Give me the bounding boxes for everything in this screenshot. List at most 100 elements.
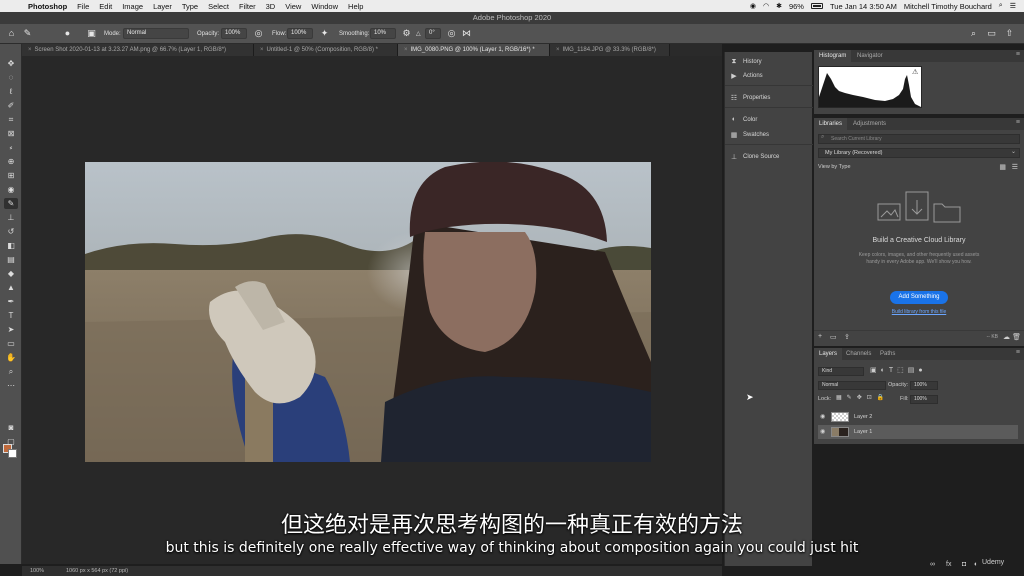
menu-window[interactable]: Window (311, 2, 338, 11)
user-name[interactable]: Mitchell Timothy Bouchard (904, 2, 992, 11)
tab-layers[interactable]: Layers (814, 348, 843, 360)
marquee-tool-icon[interactable]: ◌ (4, 72, 18, 83)
panel-actions[interactable]: ▶ Actions (730, 70, 762, 81)
flow-field[interactable]: 100% (287, 28, 313, 39)
angle-field[interactable]: 0° (425, 28, 441, 39)
zoom-level[interactable]: 100% (30, 566, 44, 576)
tab-adjustments[interactable]: Adjustments (848, 118, 891, 130)
layer-filter-select[interactable]: Kind (818, 367, 864, 376)
workspace-icon[interactable]: ▭ (986, 28, 997, 39)
close-icon[interactable]: × (404, 47, 408, 53)
quick-mask-icon[interactable]: ◙ (4, 422, 18, 433)
panel-color[interactable]: ◐ Color (730, 114, 757, 125)
brush-size-icon[interactable]: ● (62, 28, 73, 39)
grid-view-icon[interactable]: ▦ (999, 163, 1006, 171)
layer-mask-icon[interactable]: ◘ (962, 561, 966, 568)
trash-icon[interactable]: 🗑 (1012, 333, 1021, 341)
panel-properties[interactable]: ☷ Properties (730, 92, 771, 103)
brush-preset-icon[interactable]: ✎ (22, 28, 33, 39)
warning-icon[interactable]: ⚠ (912, 68, 918, 76)
search-icon[interactable]: ⌕ (999, 2, 1003, 10)
folder-icon[interactable]: ▭ (830, 333, 837, 341)
tab-img-0080[interactable]: × IMG_0080.PNG @ 100% (Layer 1, RGB/16*) … (398, 44, 550, 56)
pressure-opacity-icon[interactable]: ◎ (253, 28, 264, 39)
lasso-tool-icon[interactable]: ℓ (4, 86, 18, 97)
history-brush-tool-icon[interactable]: ↺ (4, 226, 18, 237)
mode-select[interactable]: Normal (123, 28, 189, 39)
move-tool-icon[interactable]: ✥ (4, 58, 18, 69)
shape-tool-icon[interactable]: ▭ (4, 338, 18, 349)
close-icon[interactable]: × (260, 47, 264, 53)
visibility-eye-icon[interactable]: ◉ (820, 410, 825, 424)
eyedropper-tool-icon[interactable]: ⸗ (4, 142, 18, 153)
view-by-select[interactable]: View by Type (818, 164, 851, 170)
add-something-button[interactable]: Add Something (890, 291, 948, 304)
home-icon[interactable]: ⌂ (6, 28, 17, 39)
symmetry-icon[interactable]: ⋈ (461, 28, 472, 39)
menu-select[interactable]: Select (208, 2, 229, 11)
app-menu[interactable]: Photoshop (28, 2, 67, 11)
tab-navigator[interactable]: Navigator (852, 50, 888, 62)
library-select[interactable]: My Library (Recovered) (818, 148, 1020, 158)
battery-icon[interactable] (810, 3, 823, 9)
menu-filter[interactable]: Filter (239, 2, 256, 11)
menu-layer[interactable]: Layer (153, 2, 172, 11)
airbrush-icon[interactable]: ✦ (319, 28, 330, 39)
library-search-input[interactable]: Search Current Library (818, 134, 1020, 144)
brush-settings-icon[interactable]: ▣ (86, 28, 97, 39)
bluetooth-icon[interactable]: ✱ (776, 2, 782, 10)
close-icon[interactable]: × (28, 47, 32, 53)
crop-tool-icon[interactable]: ⌗ (4, 114, 18, 125)
menu-type[interactable]: Type (182, 2, 198, 11)
visibility-eye-icon[interactable]: ◉ (820, 425, 825, 439)
menu-edit[interactable]: Edit (99, 2, 112, 11)
dodge-tool-icon[interactable]: ▲ (4, 282, 18, 293)
layer-style-icon[interactable]: fx (946, 561, 951, 568)
quick-select-tool-icon[interactable]: ✐ (4, 100, 18, 111)
screen-mode-icon[interactable]: ▢ (4, 436, 18, 447)
eraser-tool-icon[interactable]: ◧ (4, 240, 18, 251)
document-info[interactable]: 1060 px x 564 px (72 ppi) (66, 566, 128, 576)
zoom-tool-icon[interactable]: ⌕ (4, 366, 18, 377)
lock-icons[interactable]: ▦✎✥⊡🔒 (836, 394, 889, 401)
frame-tool-icon[interactable]: ⊠ (4, 128, 18, 139)
more-tools-icon[interactable]: ⋯ (4, 380, 18, 391)
panel-menu-icon[interactable]: ≡ (1016, 51, 1020, 58)
layer-filter-icons[interactable]: ▣◐T⬚▤● (870, 366, 927, 374)
smoothing-field[interactable]: 10% (370, 28, 396, 39)
list-view-icon[interactable]: ☰ (1012, 163, 1018, 171)
adjustment-layer-icon[interactable]: ◐ (974, 561, 978, 568)
menu-help[interactable]: Help (348, 2, 363, 11)
healing-brush-tool-icon[interactable]: ⊕ (4, 156, 18, 167)
tab-untitled-1[interactable]: × Untitled-1 @ 50% (Composition, RGB/8) * (254, 44, 398, 56)
brush-tool-icon[interactable]: ✎ (4, 198, 18, 209)
add-element-icon[interactable]: + (818, 333, 822, 340)
hand-tool-icon[interactable]: ✋ (4, 352, 18, 363)
panel-history[interactable]: ⧗ History (730, 56, 762, 67)
gradient-tool-icon[interactable]: ▤ (4, 254, 18, 265)
panel-swatches[interactable]: ▦ Swatches (730, 129, 769, 140)
cloud-icon[interactable]: ☁ (1003, 333, 1010, 341)
layer-row-layer-1[interactable]: ◉ Layer 1 (818, 425, 1018, 439)
type-tool-icon[interactable]: T (4, 310, 18, 321)
clock[interactable]: Tue Jan 14 3:50 AM (830, 2, 897, 11)
search-icon[interactable]: ⌕ (968, 28, 979, 39)
fill-field[interactable]: 100% (910, 395, 938, 404)
tab-screenshot[interactable]: × Screen Shot 2020-01-13 at 3.23.27 AM.pn… (22, 44, 254, 56)
menu-list-icon[interactable]: ☰ (1010, 2, 1016, 10)
red-eye-tool-icon[interactable]: ◉ (4, 184, 18, 195)
background-color-swatch[interactable] (8, 449, 17, 458)
chevron-down-icon[interactable]: ⌄ (1011, 148, 1016, 155)
layer-opacity-field[interactable]: 100% (910, 381, 938, 390)
tab-libraries[interactable]: Libraries (814, 118, 848, 130)
tab-channels[interactable]: Channels (841, 348, 876, 360)
opacity-field[interactable]: 100% (221, 28, 247, 39)
close-icon[interactable]: × (556, 47, 560, 53)
blend-mode-select[interactable]: Normal (818, 381, 886, 390)
panel-menu-icon[interactable]: ≡ (1016, 349, 1020, 356)
document-image[interactable] (85, 162, 651, 462)
path-selection-tool-icon[interactable]: ➤ (4, 324, 18, 335)
build-library-link[interactable]: Build library from this file (814, 309, 1024, 315)
pen-tool-icon[interactable]: ✒ (4, 296, 18, 307)
link-layers-icon[interactable]: ∞ (930, 561, 935, 568)
